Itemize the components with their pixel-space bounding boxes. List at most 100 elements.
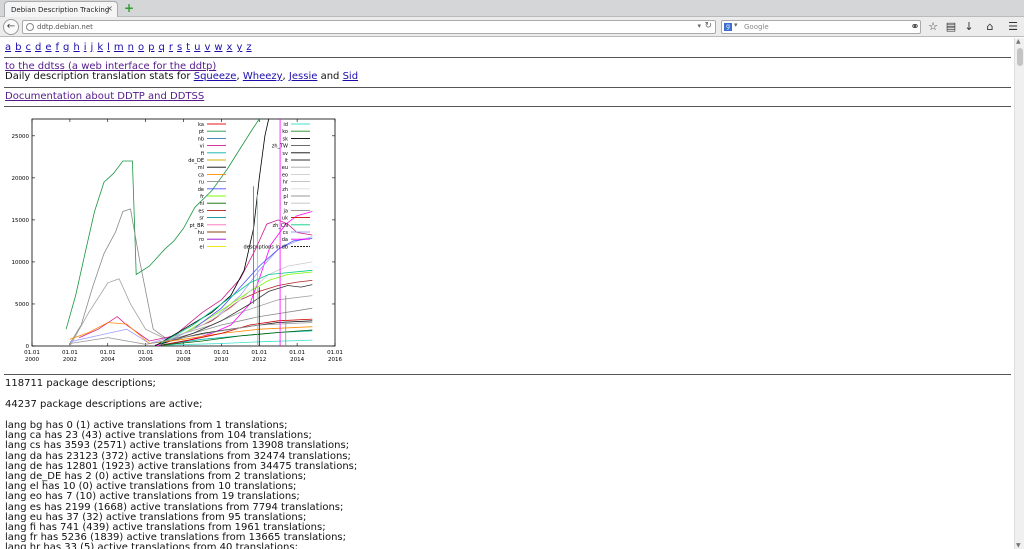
menu-icon[interactable]: ☰ [1005, 19, 1021, 35]
letter-link-e[interactable]: e [45, 42, 51, 53]
legend-label: ja [283, 208, 288, 214]
sid-link[interactable]: Sid [343, 71, 358, 82]
legend-label: sk [282, 136, 288, 142]
legend-label: nl [199, 201, 204, 207]
letter-link-s[interactable]: s [177, 42, 182, 53]
legend-label: de [198, 187, 204, 193]
browser-tab[interactable]: Debian Description Tracking × [4, 1, 118, 17]
search-input[interactable]: g ▾ Google [721, 20, 921, 34]
letter-link-k[interactable]: k [97, 42, 103, 53]
legend-label: eu [282, 165, 288, 171]
letter-link-t[interactable]: t [186, 42, 190, 53]
star-icon[interactable]: ☆ [925, 19, 941, 35]
legend-label: es [198, 208, 204, 214]
legend-label: zh [282, 187, 288, 193]
legend-label: ka [198, 122, 204, 128]
x-tick-label: 2000 [25, 357, 39, 363]
legend-label: eo [282, 172, 288, 178]
x-tick-label: 01.01 [289, 350, 305, 356]
download-icon[interactable]: ↓ [961, 19, 977, 35]
x-tick-label: 2010 [214, 357, 228, 363]
x-tick-label: 01.01 [24, 350, 40, 356]
engine-dropdown-icon[interactable]: ▾ [734, 21, 738, 29]
scroll-up-icon[interactable]: ▲ [1016, 38, 1021, 45]
divider [4, 106, 1011, 107]
active-descriptions: 44237 package descriptions are active; [5, 399, 203, 410]
x-tick-label: 2012 [252, 357, 266, 363]
letter-link-c[interactable]: c [26, 42, 32, 53]
wheezy-link[interactable]: Wheezy [243, 71, 283, 82]
page-content: abcdefghijklmnopqrstuvwxyz to the ddtss … [0, 38, 1014, 549]
vertical-scrollbar[interactable]: ▲ ▼ [1014, 38, 1024, 549]
y-tick-label: 15000 [12, 218, 30, 224]
legend-label: vi [200, 144, 204, 150]
letter-link-u[interactable]: u [194, 42, 200, 53]
language-list: lang bg has 0 (1) active translations fr… [5, 420, 357, 549]
letter-link-y[interactable]: y [236, 42, 242, 53]
url-text: ddtp.debian.net [37, 23, 93, 31]
home-icon[interactable]: ⌂ [982, 19, 998, 35]
search-placeholder: Google [744, 23, 769, 31]
legend-label: descriptions in db [244, 244, 289, 250]
letter-link-z[interactable]: z [246, 42, 251, 53]
letter-link-x[interactable]: x [227, 42, 233, 53]
legend-label: ko [282, 129, 288, 135]
letter-link-m[interactable]: m [114, 42, 124, 53]
new-tab-button[interactable]: + [123, 2, 135, 14]
scrollbar-thumb[interactable] [1017, 48, 1023, 66]
legend-label: ml [198, 165, 204, 171]
letter-link-p[interactable]: p [148, 42, 154, 53]
clipboard-icon[interactable]: ▤ [943, 19, 959, 35]
binoculars-icon[interactable]: ⚭ [907, 19, 923, 35]
letter-link-v[interactable]: v [204, 42, 210, 53]
y-tick-label: 10000 [12, 260, 30, 266]
legend-label: pt [199, 129, 204, 135]
comma: , [282, 71, 286, 82]
letter-link-i[interactable]: i [84, 42, 87, 53]
back-button[interactable]: ← [3, 19, 19, 35]
url-dropdown-icon[interactable]: ▾ [697, 22, 701, 30]
tab-title: Debian Description Tracking [11, 6, 110, 14]
legend-label: nb [198, 136, 204, 142]
letter-link-b[interactable]: b [15, 42, 21, 53]
google-engine-icon[interactable]: g [724, 23, 732, 31]
reload-icon[interactable]: ↻ [704, 21, 712, 31]
letter-link-j[interactable]: j [91, 42, 94, 53]
letter-link-d[interactable]: d [35, 42, 41, 53]
tab-bar: Debian Description Tracking × + [0, 0, 1024, 17]
jessie-link[interactable]: Jessie [289, 71, 317, 82]
navigation-toolbar: ← ddtp.debian.net ▾ ↻ g ▾ Google [0, 17, 1024, 37]
y-tick-label: 5000 [15, 302, 29, 308]
x-tick-label: 2016 [328, 357, 342, 363]
letter-index: abcdefghijklmnopqrstuvwxyz [5, 42, 256, 53]
squeeze-link[interactable]: Squeeze [194, 71, 237, 82]
scroll-down-icon[interactable]: ▼ [1016, 542, 1021, 549]
x-tick-label: 01.01 [62, 350, 78, 356]
letter-link-o[interactable]: o [138, 42, 144, 53]
letter-link-r[interactable]: r [169, 42, 173, 53]
letter-link-q[interactable]: q [158, 42, 164, 53]
docs-link[interactable]: Documentation about DDTP and DDTSS [5, 91, 204, 102]
y-tick-label: 25000 [12, 134, 30, 140]
divider [4, 57, 1011, 58]
letter-link-l[interactable]: l [107, 42, 110, 53]
x-tick-label: 01.01 [214, 350, 230, 356]
letter-link-a[interactable]: a [5, 42, 11, 53]
comma: , [236, 71, 240, 82]
close-tab-icon[interactable]: × [106, 4, 113, 13]
total-descriptions: 118711 package descriptions; [5, 378, 156, 389]
legend-label: da [282, 237, 288, 243]
legend-label: sv [282, 151, 288, 157]
letter-link-n[interactable]: n [128, 42, 134, 53]
x-tick-label: 01.01 [251, 350, 267, 356]
letter-link-w[interactable]: w [214, 42, 222, 53]
letter-link-g[interactable]: g [63, 42, 69, 53]
stats-prefix: Daily description translation stats for [5, 71, 191, 82]
legend-label: cs [283, 230, 289, 236]
legend-label: zh_CN [272, 223, 288, 229]
letter-link-h[interactable]: h [73, 42, 79, 53]
x-tick-label: 2002 [63, 357, 77, 363]
letter-link-f[interactable]: f [56, 42, 60, 53]
url-bar[interactable]: ddtp.debian.net ▾ ↻ [22, 20, 716, 34]
legend-label: uk [282, 216, 288, 222]
